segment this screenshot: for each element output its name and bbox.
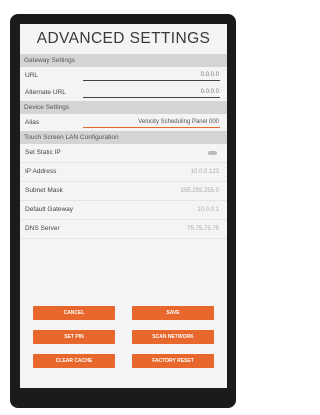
alternate-url-row: Alternate URL 0.0.0.0 [20,84,227,101]
factory-reset-button[interactable]: FACTORY RESET [132,354,214,368]
alias-field-underline [83,127,220,128]
url-label: URL [25,72,39,79]
default-gateway-label: Default Gateway [25,206,74,213]
alias-label: Alias [25,119,40,126]
save-button[interactable]: SAVE [132,306,214,320]
scan-network-button[interactable]: SCAN NETWORK [132,330,214,344]
alternate-url-underline [83,97,220,98]
lan-config-header: Touch Screen LAN Configuration [20,131,227,144]
url-field-underline [83,80,220,81]
ip-address-row: IP Address 10.0.0.123 [20,163,227,182]
gateway-settings-header: Gateway Settings [20,54,227,67]
default-gateway-field[interactable]: 10.0.0.1 [197,201,219,219]
default-gateway-row: Default Gateway 10.0.0.1 [20,201,227,220]
alias-field[interactable]: Velocity Scheduling Panel 000 [138,114,219,131]
clear-cache-button[interactable]: CLEAR CACHE [33,354,115,368]
url-row: URL 0.0.0.0 [20,67,227,84]
url-field[interactable]: 0.0.0.0 [201,67,219,84]
set-pin-button[interactable]: SET PIN [33,330,115,344]
dns-server-row: DNS Server 75.75.75.75 [20,220,227,239]
static-ip-label: Set Static IP [25,149,61,156]
dns-server-label: DNS Server [25,225,60,232]
alternate-url-field[interactable]: 0.0.0.0 [201,84,219,101]
page-title: ADVANCED SETTINGS [36,30,211,47]
alias-row: Alias Velocity Scheduling Panel 000 [20,114,227,131]
static-ip-row: Set Static IP [20,144,227,163]
alternate-url-label: Alternate URL [25,89,66,96]
subnet-mask-field[interactable]: 255.255.255.0 [181,182,219,200]
cancel-button[interactable]: CANCEL [33,306,115,320]
subnet-mask-row: Subnet Mask 255.255.255.0 [20,182,227,201]
settings-screen: ADVANCED SETTINGS Gateway Settings URL 0… [20,24,227,388]
static-ip-toggle[interactable] [208,151,217,155]
ip-address-field[interactable]: 10.0.0.123 [191,163,219,181]
subnet-mask-label: Subnet Mask [25,187,63,194]
ip-address-label: IP Address [25,168,57,175]
device-settings-header: Device Settings [20,101,227,114]
dns-server-field[interactable]: 75.75.75.75 [187,220,219,238]
